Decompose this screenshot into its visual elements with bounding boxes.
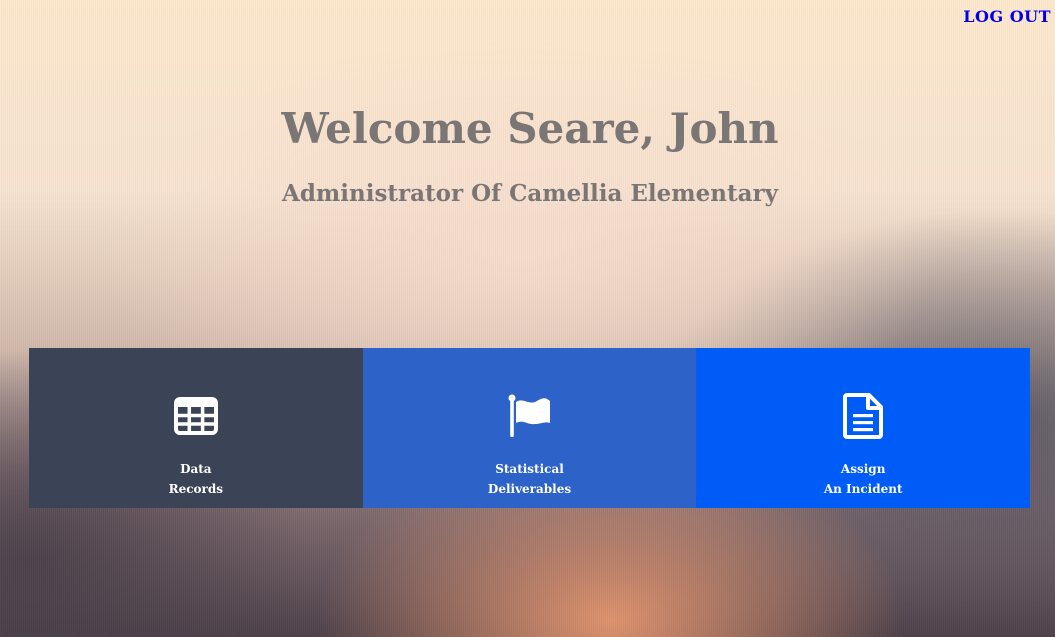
table-icon: [173, 393, 218, 439]
data-records-tile[interactable]: Data Records: [29, 348, 363, 508]
statistical-deliverables-tile[interactable]: Statistical Deliverables: [362, 348, 697, 508]
tile-label-line1: Assign: [840, 462, 886, 476]
role-subheading: Administrator Of Camellia Elementary: [282, 180, 778, 207]
logout-link[interactable]: LOG OUT: [963, 7, 1051, 26]
flag-icon: [507, 393, 553, 439]
tile-label: Statistical Deliverables: [488, 459, 571, 499]
tile-label-line2: Records: [168, 482, 224, 496]
tile-label: Assign An Incident: [824, 459, 903, 499]
tile-label-line1: Statistical: [495, 462, 564, 476]
dashboard-tiles: Data Records Statistical Deliverables As…: [29, 348, 1031, 508]
tile-label-line1: Data: [180, 462, 212, 476]
tile-label: Data Records: [169, 459, 223, 499]
assign-incident-tile[interactable]: Assign An Incident: [696, 348, 1031, 508]
welcome-heading: Welcome Seare, John: [281, 104, 779, 153]
background-texture: [0, 0, 1055, 637]
tile-label-line2: An Incident: [823, 482, 903, 496]
document-icon: [843, 393, 884, 439]
tile-label-line2: Deliverables: [487, 482, 572, 496]
